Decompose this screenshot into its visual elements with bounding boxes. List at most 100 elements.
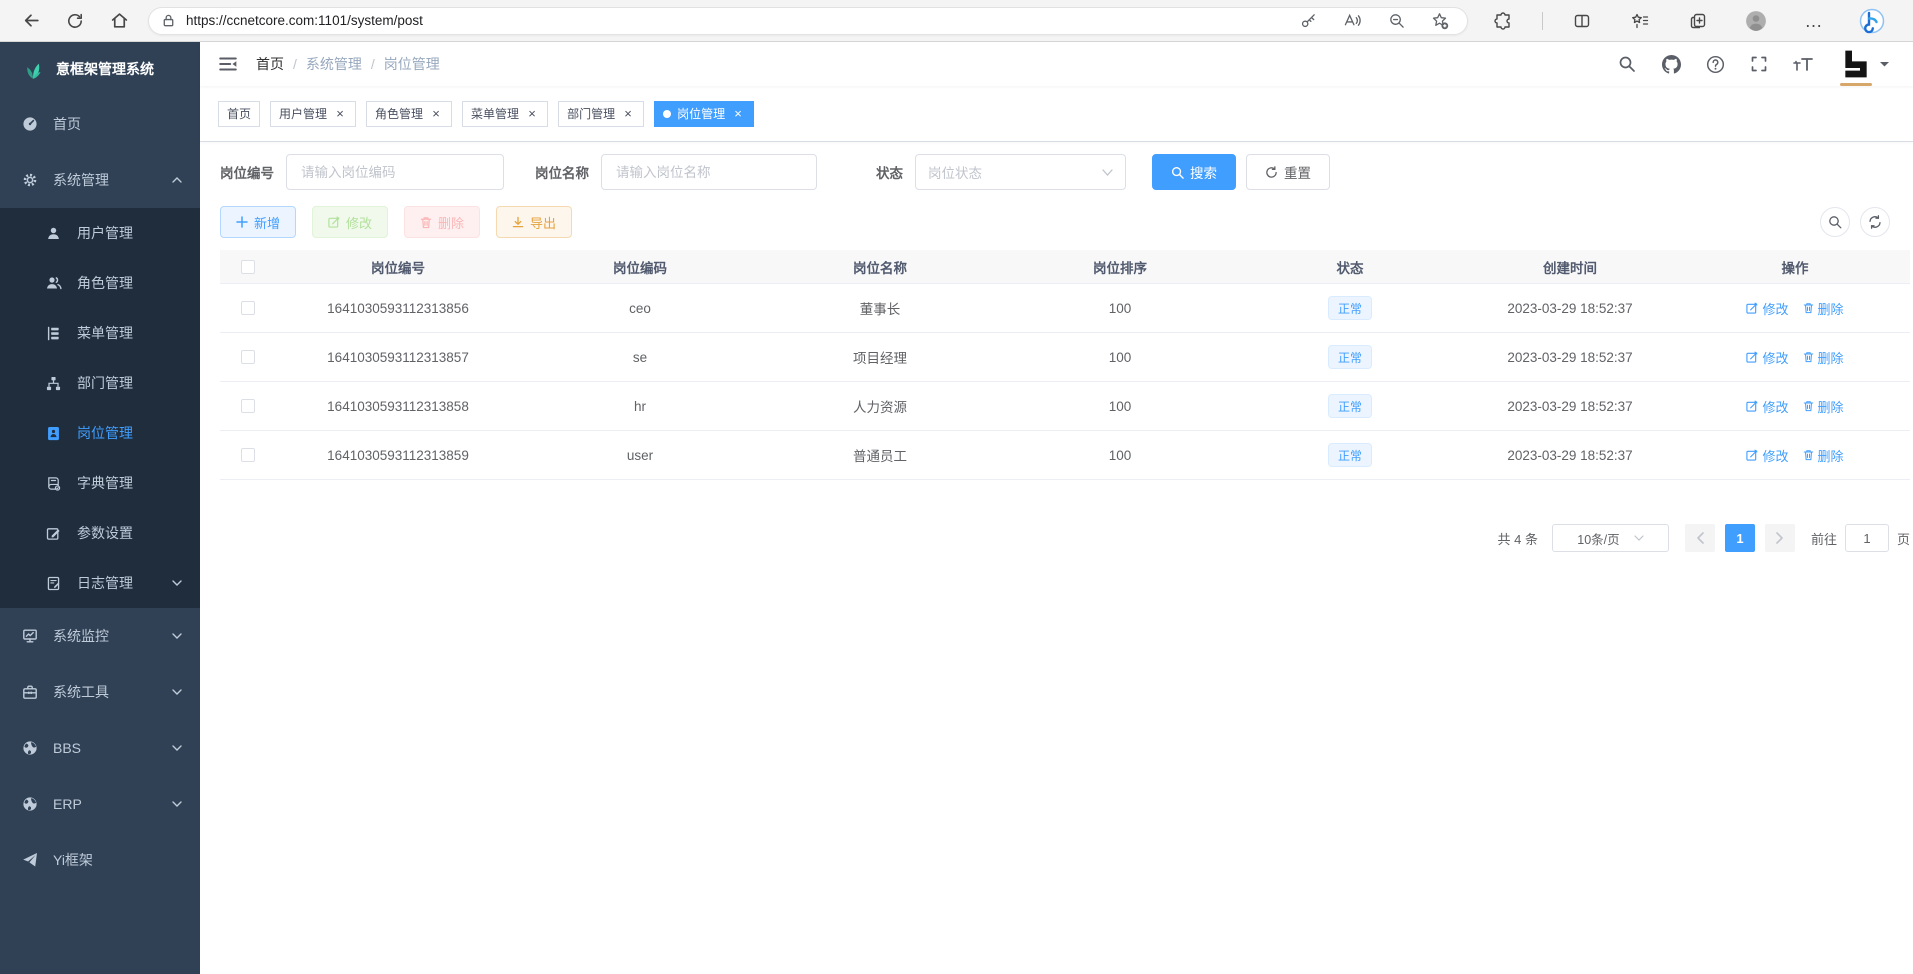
favorite-add-icon[interactable]: [1427, 8, 1453, 34]
row-delete-link[interactable]: 删除: [1803, 446, 1844, 465]
search-icon[interactable]: [1616, 53, 1638, 75]
key-icon[interactable]: [1295, 8, 1321, 34]
row-edit-link[interactable]: 修改: [1746, 446, 1788, 465]
browser-right-icons: …: [1490, 8, 1885, 34]
tab-menu-mgmt[interactable]: 菜单管理 ×: [462, 101, 548, 127]
github-icon[interactable]: [1660, 53, 1682, 75]
help-icon[interactable]: [1704, 53, 1726, 75]
navbar-actions: [1594, 48, 1889, 80]
tab-role-mgmt[interactable]: 角色管理 ×: [366, 101, 452, 127]
export-button[interactable]: 导出: [496, 206, 572, 238]
sidebar-item-post-mgmt[interactable]: 岗位管理: [0, 408, 200, 458]
row-edit-link[interactable]: 修改: [1746, 397, 1788, 416]
modify-button[interactable]: 修改: [312, 206, 388, 238]
tab-post-mgmt[interactable]: 岗位管理 ×: [654, 101, 754, 127]
row-delete-link[interactable]: 删除: [1803, 397, 1844, 416]
post-code-input[interactable]: [286, 154, 504, 190]
sidebar-item-system[interactable]: 系统管理: [0, 152, 200, 208]
add-button[interactable]: 新增: [220, 206, 296, 238]
goto-page-input[interactable]: [1845, 524, 1889, 552]
copilot-icon[interactable]: [1859, 8, 1885, 34]
post-name-input[interactable]: [601, 154, 817, 190]
select-all-checkbox[interactable]: [241, 260, 255, 274]
tab-actions-icon[interactable]: [1685, 8, 1711, 34]
prev-page-icon[interactable]: [1685, 524, 1715, 552]
search-toggle-icon[interactable]: [1820, 207, 1850, 237]
home-icon[interactable]: [104, 6, 134, 36]
table-row: 1641030593112313859 user 普通员工 100 正常 202…: [220, 431, 1910, 480]
read-aloud-icon[interactable]: [1339, 8, 1365, 34]
collections-icon[interactable]: [1627, 8, 1653, 34]
row-checkbox[interactable]: [241, 448, 255, 462]
sidebar-item-label: Yi框架: [53, 850, 93, 870]
row-checkbox[interactable]: [241, 399, 255, 413]
extensions-icon[interactable]: [1490, 8, 1516, 34]
profile-icon[interactable]: [1743, 8, 1769, 34]
reset-button[interactable]: 重置: [1246, 154, 1330, 190]
sidebar-item-role-mgmt[interactable]: 角色管理: [0, 258, 200, 308]
table-row: 1641030593112313857 se 项目经理 100 正常 2023-…: [220, 333, 1910, 382]
sidebar-item-dept-mgmt[interactable]: 部门管理: [0, 358, 200, 408]
table-row: 1641030593112313858 hr 人力资源 100 正常 2023-…: [220, 382, 1910, 431]
split-screen-icon[interactable]: [1569, 8, 1595, 34]
tab-user-mgmt[interactable]: 用户管理 ×: [270, 101, 356, 127]
status-select[interactable]: 岗位状态: [915, 154, 1126, 190]
sidebar-item-monitor[interactable]: 系统监控: [0, 608, 200, 664]
tab-dept-mgmt[interactable]: 部门管理 ×: [558, 101, 644, 127]
sidebar-item-dict-mgmt[interactable]: 字典管理: [0, 458, 200, 508]
sidebar-item-user-mgmt[interactable]: 用户管理: [0, 208, 200, 258]
sidebar-item-bbs[interactable]: BBS: [0, 720, 200, 776]
page-number-1[interactable]: 1: [1725, 524, 1755, 552]
cell-post-sort: 100: [1000, 399, 1240, 414]
close-icon[interactable]: ×: [621, 107, 635, 121]
breadcrumb-home[interactable]: 首页: [256, 54, 284, 74]
close-icon[interactable]: ×: [525, 107, 539, 121]
post-name-label: 岗位名称: [535, 162, 589, 182]
close-icon[interactable]: ×: [429, 107, 443, 121]
close-icon[interactable]: ×: [731, 107, 745, 121]
url-text[interactable]: https://ccnetcore.com:1101/system/post: [186, 13, 1277, 28]
zoom-out-icon[interactable]: [1383, 8, 1409, 34]
fullscreen-icon[interactable]: [1748, 53, 1770, 75]
gear-icon: [22, 172, 39, 189]
sidebar-item-yi-framework[interactable]: Yi框架: [0, 832, 200, 888]
refresh-icon[interactable]: [60, 6, 90, 36]
delete-button[interactable]: 删除: [404, 206, 480, 238]
page-size-value: 10条/页: [1577, 529, 1619, 548]
sidebar-item-label: 部门管理: [77, 373, 133, 393]
hamburger-icon[interactable]: [218, 53, 240, 75]
row-checkbox[interactable]: [241, 350, 255, 364]
sidebar-item-log-mgmt[interactable]: 日志管理: [0, 558, 200, 608]
sidebar-item-erp[interactable]: ERP: [0, 776, 200, 832]
sidebar-item-tools[interactable]: 系统工具: [0, 664, 200, 720]
next-page-icon[interactable]: [1765, 524, 1795, 552]
user-avatar[interactable]: [1840, 48, 1889, 80]
row-delete-link[interactable]: 删除: [1803, 299, 1844, 318]
table-header-row: 岗位编号 岗位编码 岗位名称 岗位排序 状态 创建时间 操作: [220, 250, 1910, 284]
row-edit-link[interactable]: 修改: [1746, 348, 1788, 367]
cell-created-at: 2023-03-29 18:52:37: [1460, 301, 1680, 316]
row-edit-link[interactable]: 修改: [1746, 299, 1788, 318]
sidebar-item-home[interactable]: 首页: [0, 96, 200, 152]
app-logo[interactable]: 意框架管理系统: [0, 42, 200, 96]
breadcrumb-separator: /: [371, 56, 375, 72]
more-icon[interactable]: …: [1801, 8, 1827, 34]
page-size-select[interactable]: 10条/页: [1552, 524, 1669, 552]
sidebar-item-menu-mgmt[interactable]: 菜单管理: [0, 308, 200, 358]
search-button[interactable]: 搜索: [1152, 154, 1236, 190]
paper-plane-icon: [22, 852, 39, 869]
address-bar[interactable]: https://ccnetcore.com:1101/system/post: [148, 7, 1468, 35]
sidebar-item-label: 系统工具: [53, 682, 109, 702]
row-checkbox[interactable]: [241, 301, 255, 315]
font-size-icon[interactable]: [1792, 53, 1814, 75]
sidebar-item-param-settings[interactable]: 参数设置: [0, 508, 200, 558]
breadcrumb-separator: /: [293, 56, 297, 72]
refresh-table-icon[interactable]: [1860, 207, 1890, 237]
row-delete-link[interactable]: 删除: [1803, 348, 1844, 367]
tab-home[interactable]: 首页: [218, 101, 260, 127]
tab-label: 首页: [227, 105, 251, 122]
tab-label: 部门管理: [567, 105, 615, 122]
column-header: 岗位排序: [1000, 257, 1240, 277]
close-icon[interactable]: ×: [333, 107, 347, 121]
back-icon[interactable]: [16, 6, 46, 36]
